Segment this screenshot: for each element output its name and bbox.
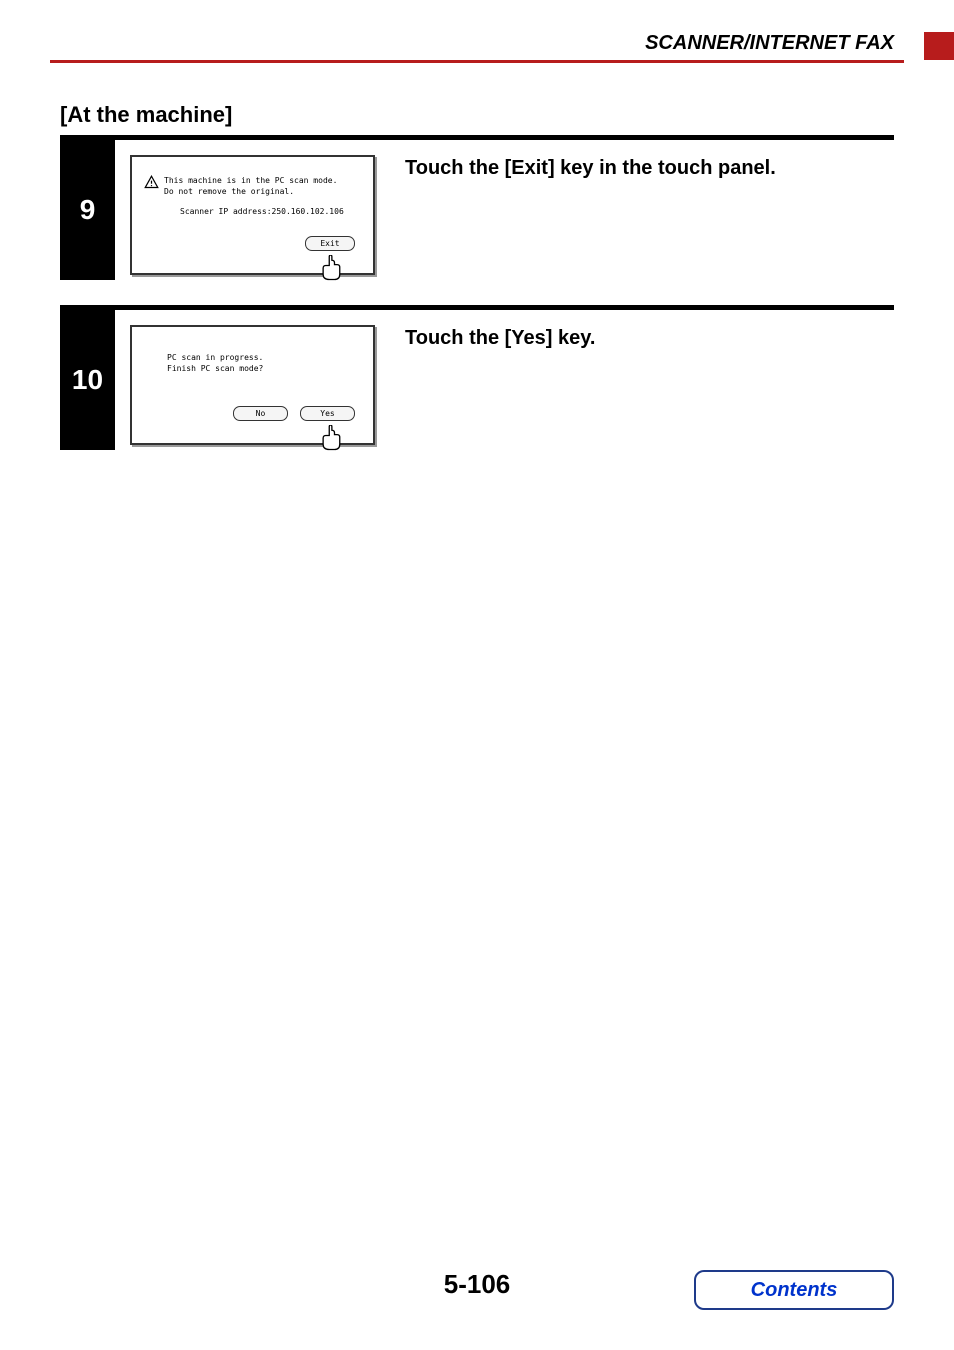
step-10-screen-text: PC scan in progress. Finish PC scan mode… (167, 352, 263, 374)
touch-finger-icon (317, 425, 345, 458)
step-10-content: PC scan in progress. Finish PC scan mode… (115, 310, 894, 450)
step-10-instruction: Touch the [Yes] key. (405, 325, 889, 445)
no-button[interactable]: No (233, 406, 288, 421)
header-underline (50, 60, 904, 63)
step-number-9: 9 (60, 140, 115, 280)
screen-line1: This machine is in the PC scan mode. (164, 176, 337, 185)
touch-finger-icon (317, 255, 345, 288)
step-number-10: 10 (60, 310, 115, 450)
step-9-wrap: 9 This machine is in the PC scan mode. D… (60, 135, 894, 280)
step-10-row: 10 PC scan in progress. Finish PC scan m… (60, 310, 894, 450)
step-10-screen: PC scan in progress. Finish PC scan mode… (130, 325, 375, 445)
steps-container: 9 This machine is in the PC scan mode. D… (60, 135, 894, 475)
yes-button[interactable]: Yes (300, 406, 355, 421)
screen-ip-line: Scanner IP address:250.160.102.106 (180, 207, 344, 216)
step-9-instruction: Touch the [Exit] key in the touch panel. (405, 155, 889, 275)
screen2-line2: Finish PC scan mode? (167, 364, 263, 373)
header-accent-bar (924, 32, 954, 60)
screen-line2: Do not remove the original. (164, 187, 294, 196)
exit-button[interactable]: Exit (305, 236, 355, 251)
header-section-title: SCANNER/INTERNET FAX (645, 32, 894, 55)
step-9-row: 9 This machine is in the PC scan mode. D… (60, 140, 894, 280)
step-9-screen-text: This machine is in the PC scan mode. Do … (164, 175, 337, 197)
page-number: 5-106 (444, 1269, 511, 1300)
subtitle: [At the machine] (60, 102, 232, 128)
step-9-screen: This machine is in the PC scan mode. Do … (130, 155, 375, 275)
step-10-wrap: 10 PC scan in progress. Finish PC scan m… (60, 305, 894, 450)
contents-button[interactable]: Contents (694, 1270, 894, 1310)
screen2-line1: PC scan in progress. (167, 353, 263, 362)
warning-icon (144, 175, 159, 195)
step-9-content: This machine is in the PC scan mode. Do … (115, 140, 894, 280)
